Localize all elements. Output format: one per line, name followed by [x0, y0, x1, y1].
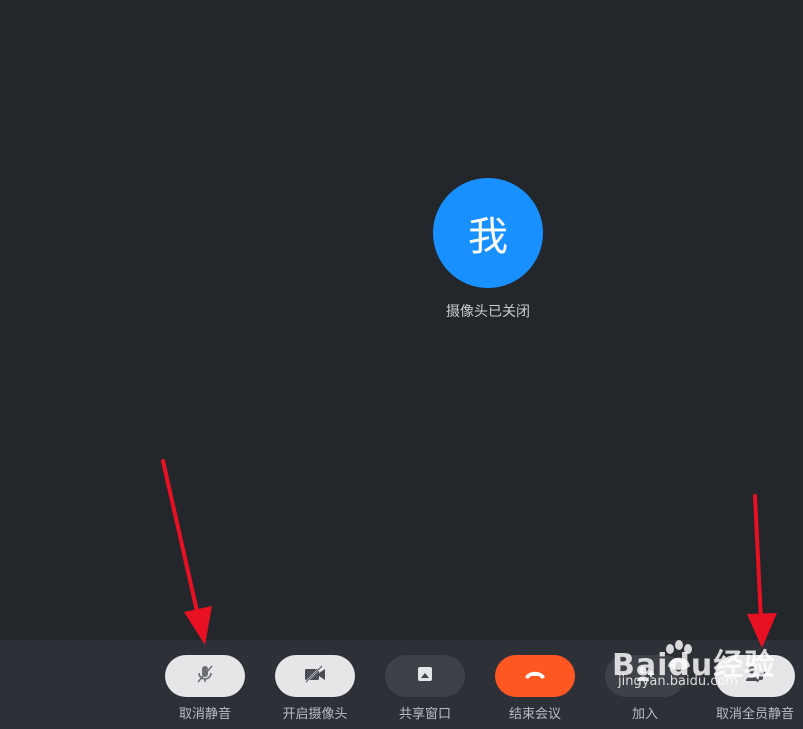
end-meeting-button[interactable] — [495, 655, 575, 697]
unmute-button[interactable] — [165, 655, 245, 697]
user-avatar: 我 — [433, 178, 543, 288]
end-meeting-label: 结束会议 — [508, 707, 561, 722]
share-control[interactable]: 共享窗口 — [385, 655, 465, 722]
share-window-icon — [415, 665, 435, 687]
join-control[interactable]: 加入 — [605, 655, 685, 722]
hang-up-icon — [523, 667, 547, 686]
share-window-button[interactable] — [385, 655, 465, 697]
camera-off-icon — [303, 664, 327, 688]
start-camera-label: 开启摄像头 — [282, 707, 348, 722]
add-user-icon — [635, 664, 655, 688]
end-meeting-control[interactable]: 结束会议 — [495, 655, 575, 722]
start-camera-button[interactable] — [275, 655, 355, 697]
unmute-all-button[interactable] — [715, 655, 795, 697]
join-label: 加入 — [631, 707, 658, 722]
unmute-all-label: 取消全员静音 — [715, 707, 794, 722]
unmute-control[interactable]: 取消静音 — [165, 655, 245, 722]
mute-all-icon — [744, 664, 766, 688]
avatar-text: 我 — [468, 214, 508, 260]
join-button[interactable] — [605, 655, 685, 697]
mic-muted-icon — [194, 663, 216, 689]
meeting-toolbar: 取消静音 开启摄像头 共享窗口 结束会议 加入 取消全员静音 — [0, 640, 803, 729]
share-window-label: 共享窗口 — [398, 707, 451, 722]
camera-off-status: 摄像头已关闭 — [446, 304, 530, 320]
unmute-label: 取消静音 — [178, 707, 231, 722]
video-stage: 我 摄像头已关闭 — [0, 0, 803, 640]
camera-control[interactable]: 开启摄像头 — [275, 655, 355, 722]
mute-all-control[interactable]: 取消全员静音 — [715, 655, 795, 722]
